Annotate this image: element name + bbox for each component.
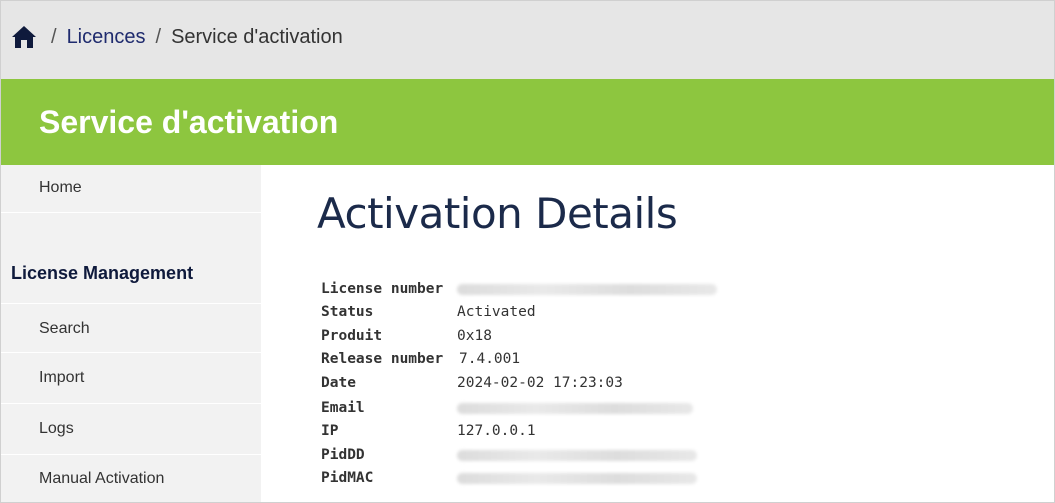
detail-row-release-number: Release number 7.4.001: [321, 348, 520, 370]
detail-label: IP: [321, 423, 339, 439]
breadcrumb-current: Service d'activation: [171, 25, 343, 48]
detail-value: 2024-02-02 17:23:03: [457, 375, 623, 391]
app-title: Service d'activation: [39, 103, 339, 140]
detail-label: License number: [321, 281, 444, 297]
sidebar-item-manual-activation[interactable]: Manual Activation: [1, 456, 261, 502]
sidebar: Home License Management Search Import Lo…: [1, 165, 261, 502]
sidebar-item-search[interactable]: Search: [1, 303, 261, 353]
detail-row-email: Email: [321, 397, 693, 419]
detail-row-pidmac: PidMAC: [321, 467, 697, 489]
redacted-value: [457, 472, 697, 484]
detail-value: 127.0.0.1: [457, 423, 536, 439]
detail-row-piddd: PidDD: [321, 444, 697, 466]
detail-label: Date: [321, 375, 356, 391]
detail-label: PidMAC: [321, 470, 374, 486]
detail-row-produit: Produit 0x18: [321, 325, 492, 347]
redacted-value: [457, 402, 693, 414]
detail-label: Status: [321, 304, 374, 320]
detail-row-license-number: License number: [321, 278, 717, 300]
redacted-value: [457, 449, 697, 461]
detail-value: Activated: [457, 304, 536, 320]
sidebar-item-logs[interactable]: Logs: [1, 405, 261, 455]
detail-label: Produit: [321, 328, 383, 344]
main-content: Activation Details License number Status…: [261, 165, 1054, 502]
detail-label: Release number: [321, 351, 444, 367]
home-icon[interactable]: [11, 25, 37, 49]
detail-value: 0x18: [457, 328, 492, 344]
sidebar-section-title: License Management: [11, 263, 194, 283]
detail-label: Email: [321, 400, 365, 416]
detail-row-date: Date 2024-02-02 17:23:03: [321, 372, 623, 394]
page-frame: / Licences / Service d'activation Servic…: [0, 0, 1055, 503]
breadcrumb: / Licences / Service d'activation: [1, 1, 1054, 79]
page-title: Activation Details: [317, 189, 678, 238]
breadcrumb-separator: /: [51, 25, 57, 48]
detail-row-status: Status Activated: [321, 301, 536, 323]
sidebar-item-import[interactable]: Import: [1, 354, 261, 404]
app-header: Service d'activation: [1, 79, 1054, 165]
breadcrumb-separator: /: [155, 25, 162, 48]
detail-row-ip: IP 127.0.0.1: [321, 420, 536, 442]
breadcrumb-link-licences[interactable]: Licences: [67, 26, 146, 49]
detail-label: PidDD: [321, 447, 365, 463]
sidebar-item-home[interactable]: Home: [1, 165, 261, 213]
detail-value: 7.4.001: [459, 351, 521, 367]
redacted-value: [457, 283, 717, 295]
